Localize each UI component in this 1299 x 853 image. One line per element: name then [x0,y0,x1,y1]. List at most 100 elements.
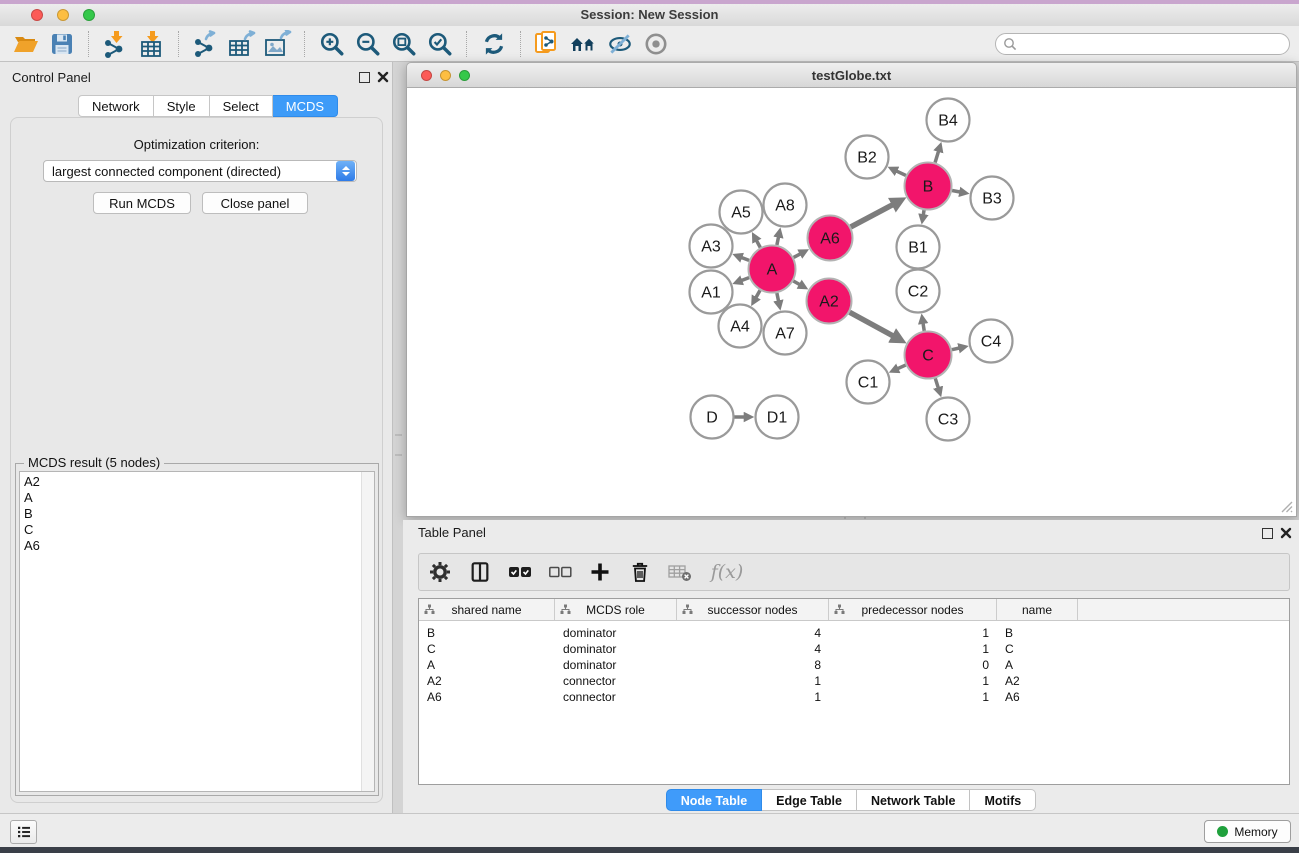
select-all-button[interactable] [507,559,533,585]
edge-B-B4[interactable] [935,150,939,163]
edge-A-A1[interactable] [740,278,749,281]
node-B2[interactable]: B2 [846,136,889,179]
tab-network-table[interactable]: Network Table [857,789,971,811]
tab-node-table[interactable]: Node Table [666,789,762,811]
edge-C-C4[interactable] [952,348,961,350]
zoom-in-button[interactable] [314,29,350,59]
edge-C-C3[interactable] [935,378,938,389]
edge-A-A4[interactable] [755,290,760,298]
edge-C-C1[interactable] [896,365,905,369]
node-B1[interactable]: B1 [897,226,940,269]
edge-C-C2[interactable] [923,322,924,331]
column-header-predecessor-nodes[interactable]: predecessor nodes [829,599,997,620]
result-item[interactable]: A2 [20,474,374,490]
result-item[interactable]: A [20,490,374,506]
export-table-button[interactable] [224,29,260,59]
first-neighbors-button[interactable] [566,29,602,59]
close-table-panel-icon[interactable] [1280,527,1292,539]
tab-mcds[interactable]: MCDS [273,95,338,117]
mcds-result-list[interactable]: A2ABCA6 [19,471,375,792]
node-A2[interactable]: A2 [807,279,852,324]
column-header-shared-name[interactable]: shared name [419,599,555,620]
node-A6[interactable]: A6 [808,216,853,261]
node-C4[interactable]: C4 [970,320,1013,363]
function-builder-button[interactable]: f(x) [707,559,747,585]
edge-B-B3[interactable] [952,191,961,193]
resize-grip-icon[interactable] [1279,499,1293,513]
deselect-all-button[interactable] [547,559,573,585]
export-network-button[interactable] [188,29,224,59]
search-input[interactable] [1021,36,1289,52]
memory-button[interactable]: Memory [1204,820,1291,843]
column-view-button[interactable] [467,559,493,585]
node-A4[interactable]: A4 [719,305,762,348]
delete-table-button[interactable] [667,559,693,585]
edge-B-B1[interactable] [923,210,924,216]
table-row[interactable]: A2connector11A2 [419,673,1289,689]
import-table-button[interactable] [134,29,170,59]
edge-B-B2[interactable] [895,170,906,175]
show-graphics-details-button[interactable] [638,29,674,59]
result-scrollbar[interactable] [361,472,374,791]
edge-A6-B[interactable] [851,204,895,227]
float-table-panel-icon[interactable] [1262,528,1273,539]
edge-A-A2[interactable] [793,281,801,285]
node-B[interactable]: B [905,163,952,210]
save-session-button[interactable] [44,29,80,59]
node-table[interactable]: shared nameMCDS rolesuccessor nodesprede… [418,598,1290,785]
table-options-button[interactable] [427,559,453,585]
vertical-split-handle[interactable] [395,434,402,456]
node-B4[interactable]: B4 [927,99,970,142]
new-network-button[interactable] [530,29,566,59]
column-header-name[interactable]: name [997,599,1078,620]
edge-A-A8[interactable] [777,236,779,245]
column-header-MCDS-role[interactable]: MCDS role [555,599,677,620]
open-session-button[interactable] [8,29,44,59]
result-item[interactable]: B [20,506,374,522]
edge-A-A3[interactable] [740,257,749,260]
zoom-selected-button[interactable] [422,29,458,59]
run-mcds-button[interactable]: Run MCDS [93,192,191,214]
node-B3[interactable]: B3 [971,177,1014,220]
close-panel-button[interactable]: Close panel [202,192,308,214]
table-row[interactable]: Cdominator41C [419,641,1289,657]
import-network-button[interactable] [98,29,134,59]
node-C1[interactable]: C1 [847,361,890,404]
tab-select[interactable]: Select [210,95,273,117]
table-row[interactable]: Bdominator41B [419,625,1289,641]
delete-column-button[interactable] [627,559,653,585]
network-window-titlebar[interactable]: testGlobe.txt [406,62,1297,88]
edge-A-A6[interactable] [794,253,802,257]
node-A5[interactable]: A5 [720,191,763,234]
node-C3[interactable]: C3 [927,398,970,441]
hide-graphics-details-button[interactable] [602,29,638,59]
edge-A2-C[interactable] [850,312,895,337]
node-C2[interactable]: C2 [897,270,940,313]
network-graph[interactable]: B4 B2 B B3 A5A8A6 A3 B1 A A1 C2 A2 A4A7 C C4 C1 C3 D D1 [407,88,1296,516]
export-image-button[interactable] [260,29,296,59]
node-A[interactable]: A [749,246,796,293]
node-A1[interactable]: A1 [690,271,733,314]
node-C[interactable]: C [905,332,952,379]
network-canvas[interactable]: B4 B2 B B3 A5A8A6 A3 B1 A A1 C2 A2 A4A7 C C4 C1 C3 D D1 [406,88,1297,517]
column-header-successor-nodes[interactable]: successor nodes [677,599,829,620]
tab-motifs[interactable]: Motifs [970,789,1036,811]
node-A8[interactable]: A8 [764,184,807,227]
zoom-out-button[interactable] [350,29,386,59]
edge-A-A5[interactable] [756,239,760,247]
table-row[interactable]: Adominator80A [419,657,1289,673]
node-D[interactable]: D [691,396,734,439]
task-history-button[interactable] [10,820,37,844]
node-A7[interactable]: A7 [764,312,807,355]
add-column-button[interactable] [587,559,613,585]
table-row[interactable]: A6connector11A6 [419,689,1289,705]
search-field[interactable] [995,33,1290,55]
node-A3[interactable]: A3 [690,225,733,268]
close-panel-icon[interactable] [377,71,389,83]
tab-style[interactable]: Style [154,95,210,117]
float-panel-icon[interactable] [359,72,370,83]
criterion-dropdown[interactable]: largest connected component (directed) [43,160,357,182]
node-D1[interactable]: D1 [756,396,799,439]
refresh-button[interactable] [476,29,512,59]
result-item[interactable]: C [20,522,374,538]
